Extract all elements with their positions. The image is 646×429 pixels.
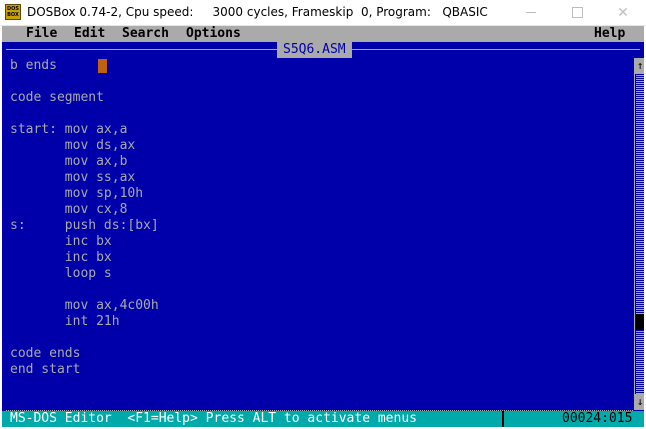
cursor-position: 00024:015	[562, 411, 633, 426]
scroll-up-arrow-icon[interactable]: ↑	[635, 58, 644, 74]
code-line[interactable]	[10, 282, 630, 298]
code-line[interactable]	[10, 74, 630, 90]
menu-search[interactable]: Search	[122, 26, 169, 42]
editor-filename: S5Q6.ASM	[277, 42, 352, 58]
code-line[interactable]: inc bx	[10, 250, 630, 266]
code-line[interactable]: mov cx,8	[10, 202, 630, 218]
menu-bar: File Edit Search Options Help	[2, 26, 644, 42]
scroll-down-arrow-icon[interactable]: ↓	[635, 394, 644, 410]
code-line[interactable]: inc bx	[10, 234, 630, 250]
code-line[interactable]: loop s	[10, 266, 630, 282]
minimize-button[interactable]	[508, 0, 554, 25]
menu-options[interactable]: Options	[186, 26, 241, 42]
menu-help[interactable]: Help	[594, 26, 625, 42]
menu-file[interactable]: File	[26, 26, 57, 42]
window-title-bar[interactable]: DOS BOX DOSBox 0.74-2, Cpu speed: 3000 c…	[0, 0, 646, 26]
code-line[interactable]: s: push ds:[bx]	[10, 218, 630, 234]
text-cursor	[98, 59, 107, 73]
maximize-icon	[571, 7, 583, 18]
dosbox-icon: DOS BOX	[5, 4, 21, 20]
editor-text-area[interactable]: b ends code segment start: mov ax,a mov ds…	[10, 58, 630, 378]
editor-window: S5Q6.ASM b ends code segment start: mov ax…	[2, 42, 644, 426]
code-line[interactable]: code ends	[10, 346, 630, 362]
code-line[interactable]: end start	[10, 362, 630, 378]
vertical-scroll-track[interactable]	[636, 74, 644, 394]
status-message: MS-DOS Editor <F1=Help> Press ALT to act…	[10, 411, 417, 426]
maximize-button[interactable]	[554, 0, 600, 25]
code-line[interactable]: mov ax,b	[10, 154, 630, 170]
code-line[interactable]	[10, 106, 630, 122]
dos-screen: File Edit Search Options Help S5Q6.ASM b…	[2, 26, 644, 427]
code-line[interactable]: mov sp,10h	[10, 186, 630, 202]
status-divider	[502, 411, 504, 427]
code-line[interactable]	[10, 330, 630, 346]
code-line[interactable]: code segment	[10, 90, 630, 106]
menu-edit[interactable]: Edit	[74, 26, 105, 42]
code-line[interactable]: mov ds,ax	[10, 138, 630, 154]
vertical-scrollbar[interactable]: ↑ ↓	[634, 58, 644, 410]
close-icon: ✕	[617, 4, 629, 21]
code-line[interactable]: start: mov ax,a	[10, 122, 630, 138]
code-line[interactable]: mov ss,ax	[10, 170, 630, 186]
close-button[interactable]: ✕	[600, 0, 646, 25]
vertical-scroll-thumb[interactable]	[636, 314, 644, 330]
minimize-icon	[526, 12, 536, 13]
code-line[interactable]: mov ax,4c00h	[10, 298, 630, 314]
code-line[interactable]: int 21h	[10, 314, 630, 330]
status-bar: MS-DOS Editor <F1=Help> Press ALT to act…	[2, 411, 644, 427]
window-title: DOSBox 0.74-2, Cpu speed: 3000 cycles, F…	[27, 5, 488, 19]
